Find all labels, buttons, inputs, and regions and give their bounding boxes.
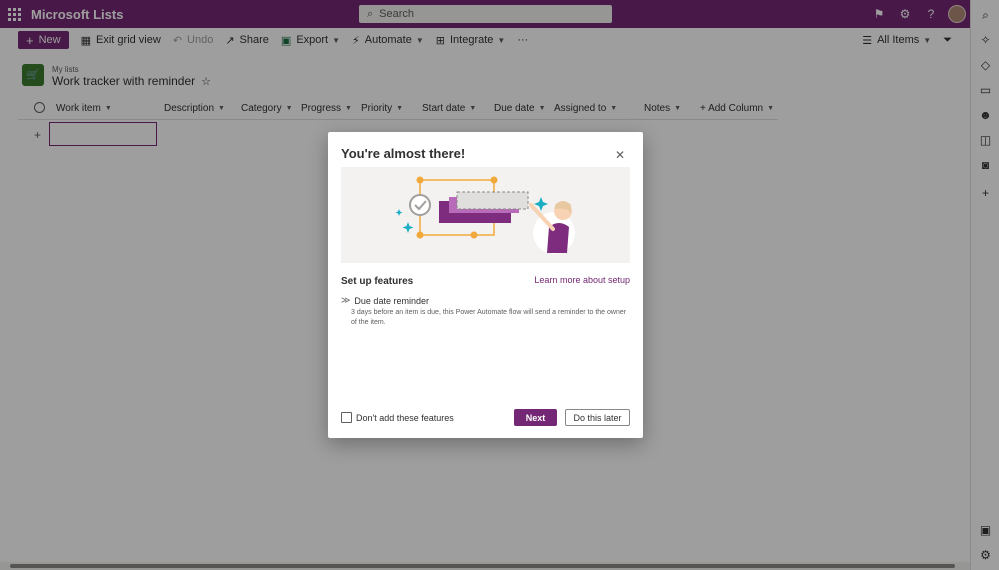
close-icon[interactable]: ✕	[613, 148, 627, 162]
checkbox-label: Don't add these features	[356, 412, 454, 423]
illustration	[341, 167, 630, 263]
setup-features-label: Set up features	[341, 276, 414, 287]
dialog-title: You're almost there!	[341, 146, 466, 161]
do-this-later-button[interactable]: Do this later	[565, 409, 630, 426]
flow-icon: ≫	[341, 295, 351, 305]
feature-item: ≫ Due date reminder 3 days before an ite…	[341, 295, 630, 328]
setup-dialog: You're almost there! ✕ Set up features L…	[328, 132, 643, 438]
learn-more-link[interactable]: Learn more about setup	[534, 275, 630, 285]
dont-add-checkbox[interactable]: Don't add these features	[341, 412, 454, 423]
feature-description: 3 days before an item is due, this Power…	[351, 309, 627, 326]
illustration-graphic	[395, 176, 575, 254]
next-button[interactable]: Next	[514, 409, 557, 426]
feature-title: Due date reminder	[354, 295, 429, 306]
checkbox[interactable]	[341, 412, 352, 423]
